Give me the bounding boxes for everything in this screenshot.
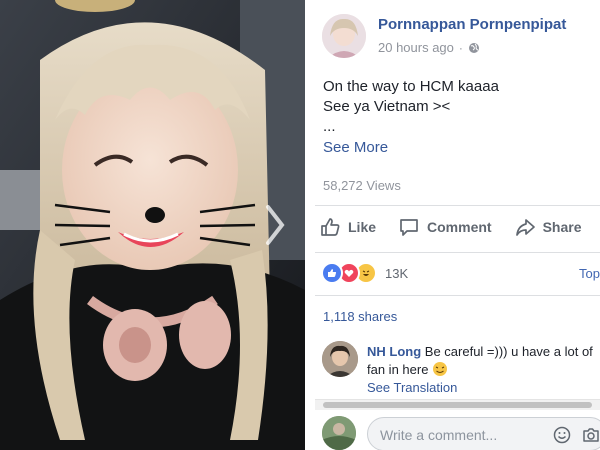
post-panel: Pornnappan Pornpenpipat 20 hours ago · O… <box>305 0 600 450</box>
horizontal-scrollbar[interactable] <box>315 399 600 410</box>
post-text-line: See ya Vietnam >< <box>323 98 451 115</box>
scrollbar-thumb[interactable] <box>323 402 592 408</box>
post-meta: 20 hours ago · <box>378 40 480 55</box>
reaction-count: 13K <box>385 265 409 281</box>
share-label: Share <box>542 219 582 235</box>
see-more-link[interactable]: See More <box>323 139 388 156</box>
viewer-avatar <box>322 416 356 450</box>
commenter-avatar-image <box>322 341 358 377</box>
comment-author[interactable]: NH Long <box>367 344 421 359</box>
like-button[interactable]: Like <box>319 216 376 238</box>
view-count: 58,272 Views <box>323 178 401 193</box>
viewer-avatar-image <box>322 416 356 450</box>
next-photo-button[interactable] <box>262 203 288 247</box>
comment-label: Comment <box>427 219 492 235</box>
see-translation-link[interactable]: See Translation <box>367 380 457 395</box>
divider <box>315 205 600 206</box>
like-label: Like <box>348 219 377 235</box>
author-name[interactable]: Pornnappan Pornpenpipat <box>378 16 566 33</box>
share-button[interactable]: Share <box>514 216 582 238</box>
post-text-line: On the way to HCM kaaaa <box>323 78 499 95</box>
comment-input[interactable] <box>380 427 540 443</box>
divider <box>315 252 600 253</box>
post-actions: Like Comment Share <box>319 216 582 238</box>
commenter-avatar[interactable] <box>322 341 358 377</box>
chevron-right-icon <box>266 205 285 245</box>
reactions-summary[interactable]: 13K <box>321 262 408 284</box>
post-text-line: ... <box>323 118 336 135</box>
thumbs-up-icon <box>321 218 340 236</box>
shares-count-link[interactable]: 1,118 shares <box>323 309 397 324</box>
smiley-icon[interactable] <box>553 426 571 444</box>
divider <box>315 295 600 296</box>
speech-bubble-icon <box>400 219 418 236</box>
post-text: On the way to HCM kaaaa See ya Vietnam >… <box>323 77 499 137</box>
like-reaction-icon <box>321 262 343 284</box>
author-avatar-image <box>322 14 366 58</box>
selfie-photo-illustration <box>0 0 305 450</box>
post-photo[interactable] <box>0 0 305 450</box>
comment-button[interactable]: Comment <box>398 216 492 238</box>
meta-separator: · <box>458 40 463 55</box>
camera-icon[interactable] <box>582 426 600 444</box>
emoji-sticker-icon <box>433 362 448 376</box>
globe-icon[interactable] <box>468 42 480 54</box>
share-arrow-icon <box>515 219 535 236</box>
comment: NH Long Be careful =))) u have a lot of … <box>367 343 600 379</box>
author-avatar[interactable] <box>322 14 366 58</box>
post-time[interactable]: 20 hours ago <box>378 40 454 55</box>
top-comments-dropdown[interactable]: Top Comments <box>579 266 600 281</box>
